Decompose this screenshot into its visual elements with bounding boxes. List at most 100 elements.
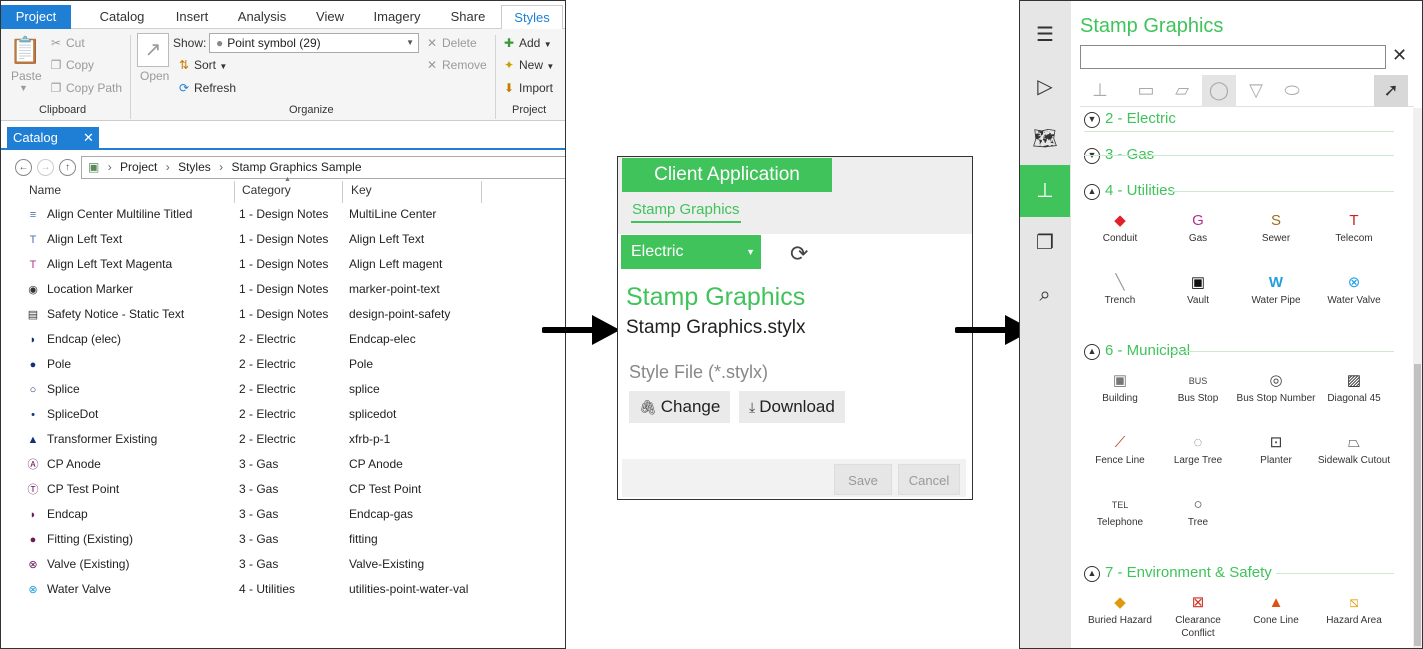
tab-share[interactable]: Share — [437, 5, 499, 29]
table-row[interactable]: ◗ Endcap (elec) 2 - Electric Endcap-elec — [1, 327, 565, 352]
scrollbar-thumb[interactable] — [1414, 364, 1421, 646]
section-environment-safety[interactable]: ▲ 7 - Environment & Safety — [1084, 564, 1272, 584]
back-icon[interactable]: ← — [15, 159, 32, 176]
stamp-water-pipe[interactable]: W Water Pipe — [1236, 272, 1316, 307]
copy-path-button[interactable]: ❐ Copy Path — [49, 81, 122, 95]
stamp-tree[interactable]: ○ Tree — [1158, 494, 1238, 529]
breadcrumb-styles[interactable]: Styles — [178, 160, 211, 174]
cut-button[interactable]: ✂ Cut — [49, 36, 85, 50]
paste-dropdown-icon[interactable]: ▼ — [19, 83, 28, 93]
breadcrumb-style-name[interactable]: Stamp Graphics Sample — [231, 160, 361, 174]
table-row[interactable]: T Align Left Text Magenta 1 - Design Notes… — [1, 252, 565, 277]
play-icon[interactable]: ▷ — [1020, 61, 1070, 113]
triangle-icon[interactable]: ▽ — [1240, 75, 1272, 107]
circle-icon[interactable]: ◯ — [1202, 75, 1236, 107]
section-electric[interactable]: ▼ 2 - Electric — [1084, 110, 1176, 130]
open-button[interactable]: Open — [140, 69, 169, 83]
stamp-buried-hazard[interactable]: ◆ Buried Hazard — [1080, 592, 1160, 627]
new-button[interactable]: ✦ New ▼ — [502, 58, 554, 72]
table-row[interactable]: ○ Splice 2 - Electric splice — [1, 377, 565, 402]
section-municipal[interactable]: ▲ 6 - Municipal — [1084, 342, 1190, 362]
table-row[interactable]: Ⓐ CP Anode 3 - Gas CP Anode — [1, 452, 565, 477]
stamp-planter[interactable]: ⊡ Planter — [1236, 432, 1316, 467]
table-row[interactable]: ▤ Safety Notice - Static Text 1 - Design N… — [1, 302, 565, 327]
show-select[interactable]: ● Point symbol (29) ▼ — [209, 33, 419, 53]
forward-icon[interactable]: → — [37, 159, 54, 176]
polygon-icon[interactable]: ▱ — [1166, 75, 1198, 107]
column-header-name[interactable]: Name — [29, 182, 61, 204]
list-icon[interactable]: ☰ — [1020, 9, 1070, 61]
stamp-icon[interactable]: ⊥ — [1020, 165, 1070, 217]
table-row[interactable]: ≡ Align Center Multiline Titled 1 - Design… — [1, 202, 565, 227]
search-map-icon[interactable]: ⌕ — [1020, 269, 1070, 321]
stamp-building[interactable]: ▣ Building — [1080, 370, 1160, 405]
table-row[interactable]: • SpliceDot 2 - Electric splicedot — [1, 402, 565, 427]
client-application-button[interactable]: Client Application — [622, 158, 832, 192]
stamp-hazard-area[interactable]: ⧅ Hazard Area — [1314, 592, 1394, 627]
table-row[interactable]: ● Pole 2 - Electric Pole — [1, 352, 565, 377]
stamp-trench[interactable]: ╲ Trench — [1080, 272, 1160, 307]
add-button[interactable]: ✚ Add ▼ — [502, 36, 552, 50]
category-dropdown[interactable]: Electric ▼ — [621, 235, 761, 269]
save-button[interactable]: Save — [834, 464, 892, 495]
column-header-category[interactable]: Category — [242, 182, 291, 204]
close-icon[interactable]: ✕ — [1392, 45, 1407, 66]
breadcrumb[interactable]: ▣ › Project › Styles › Stamp Graphics Sa… — [81, 156, 565, 179]
table-row[interactable]: T Align Left Text 1 - Design Notes Align Le… — [1, 227, 565, 252]
layers-icon[interactable]: ❐ — [1020, 217, 1070, 269]
stamp-vault[interactable]: ▣ Vault — [1158, 272, 1238, 307]
tab-imagery[interactable]: Imagery — [359, 5, 435, 29]
tab-styles[interactable]: Styles — [501, 5, 563, 29]
import-button[interactable]: ⬇ Import — [502, 81, 553, 95]
select-cursor-icon[interactable]: ➚ — [1374, 75, 1408, 107]
stamp-telephone[interactable]: TEL Telephone — [1080, 494, 1160, 529]
stamp-diagonal-45[interactable]: ▨ Diagonal 45 — [1314, 370, 1394, 405]
stamp-bus-stop-number[interactable]: ◎ Bus Stop Number — [1236, 370, 1316, 405]
stamp-sidewalk-cutout[interactable]: ⏢ Sidewalk Cutout — [1314, 432, 1394, 467]
stamp-clearance-conflict[interactable]: ⊠ Clearance Conflict — [1158, 592, 1238, 640]
section-utilities[interactable]: ▲ 4 - Utilities — [1084, 182, 1175, 202]
tab-stamp-graphics[interactable]: Stamp Graphics — [631, 201, 741, 223]
vertical-scrollbar[interactable] — [1413, 108, 1422, 648]
map-icon[interactable]: 🗺 — [1020, 113, 1070, 165]
breadcrumb-project[interactable]: Project — [120, 160, 157, 174]
catalog-pane-tab[interactable]: Catalog ✕ — [7, 127, 99, 148]
tab-project[interactable]: Project — [1, 5, 71, 29]
table-row[interactable]: ● Fitting (Existing) 3 - Gas fitting — [1, 527, 565, 552]
tab-insert[interactable]: Insert — [163, 5, 221, 29]
tab-analysis[interactable]: Analysis — [223, 5, 301, 29]
stamp-sewer[interactable]: S Sewer — [1236, 210, 1316, 245]
download-button[interactable]: ⤓ Download — [739, 391, 845, 423]
copy-button[interactable]: ❐ Copy — [49, 58, 94, 72]
table-row[interactable]: ◗ Endcap 3 - Gas Endcap-gas — [1, 502, 565, 527]
rectangle-icon[interactable]: ▭ — [1130, 75, 1162, 107]
table-row[interactable]: ◉ Location Marker 1 - Design Notes marker-p… — [1, 277, 565, 302]
stamp-gas[interactable]: G Gas — [1158, 210, 1238, 245]
section-gas[interactable]: ▼ 3 - Gas — [1084, 146, 1154, 166]
freehand-icon[interactable]: ⬭ — [1276, 75, 1308, 107]
table-row[interactable]: ▲ Transformer Existing 2 - Electric xfrb-p-… — [1, 427, 565, 452]
up-icon[interactable]: ↑ — [59, 159, 76, 176]
sort-button[interactable]: ⇅ Sort ▼ — [177, 58, 227, 72]
stamp-conduit[interactable]: ◆ Conduit — [1080, 210, 1160, 245]
table-row[interactable]: Ⓣ CP Test Point 3 - Gas CP Test Point — [1, 477, 565, 502]
stamp-add-icon[interactable]: ⊥ — [1084, 75, 1116, 107]
cancel-button[interactable]: Cancel — [898, 464, 960, 495]
stamp-large-tree[interactable]: ◌ Large Tree — [1158, 432, 1238, 467]
paste-button[interactable]: Paste — [11, 69, 42, 83]
delete-button[interactable]: ✕ Delete — [425, 36, 477, 50]
tab-catalog[interactable]: Catalog — [81, 5, 163, 29]
tab-view[interactable]: View — [303, 5, 357, 29]
refresh-button[interactable]: ⟳ Refresh — [177, 81, 236, 95]
change-button[interactable]: 🖇 Change — [629, 391, 731, 423]
stamp-bus-stop[interactable]: BUS Bus Stop — [1158, 370, 1238, 405]
column-header-key[interactable]: Key — [351, 182, 372, 204]
remove-button[interactable]: ✕ Remove — [425, 58, 487, 72]
table-row[interactable]: ⊗ Valve (Existing) 3 - Gas Valve-Existing — [1, 552, 565, 577]
stamp-telecom[interactable]: T Telecom — [1314, 210, 1394, 245]
stamp-water-valve[interactable]: ⊗ Water Valve — [1314, 272, 1394, 307]
stamp-fence-line[interactable]: ⟋ Fence Line — [1080, 432, 1160, 467]
search-input[interactable] — [1080, 45, 1386, 69]
table-row[interactable]: ⊗ Water Valve 4 - Utilities utilities-point… — [1, 577, 565, 602]
stamp-cone-line[interactable]: ▲ Cone Line — [1236, 592, 1316, 627]
